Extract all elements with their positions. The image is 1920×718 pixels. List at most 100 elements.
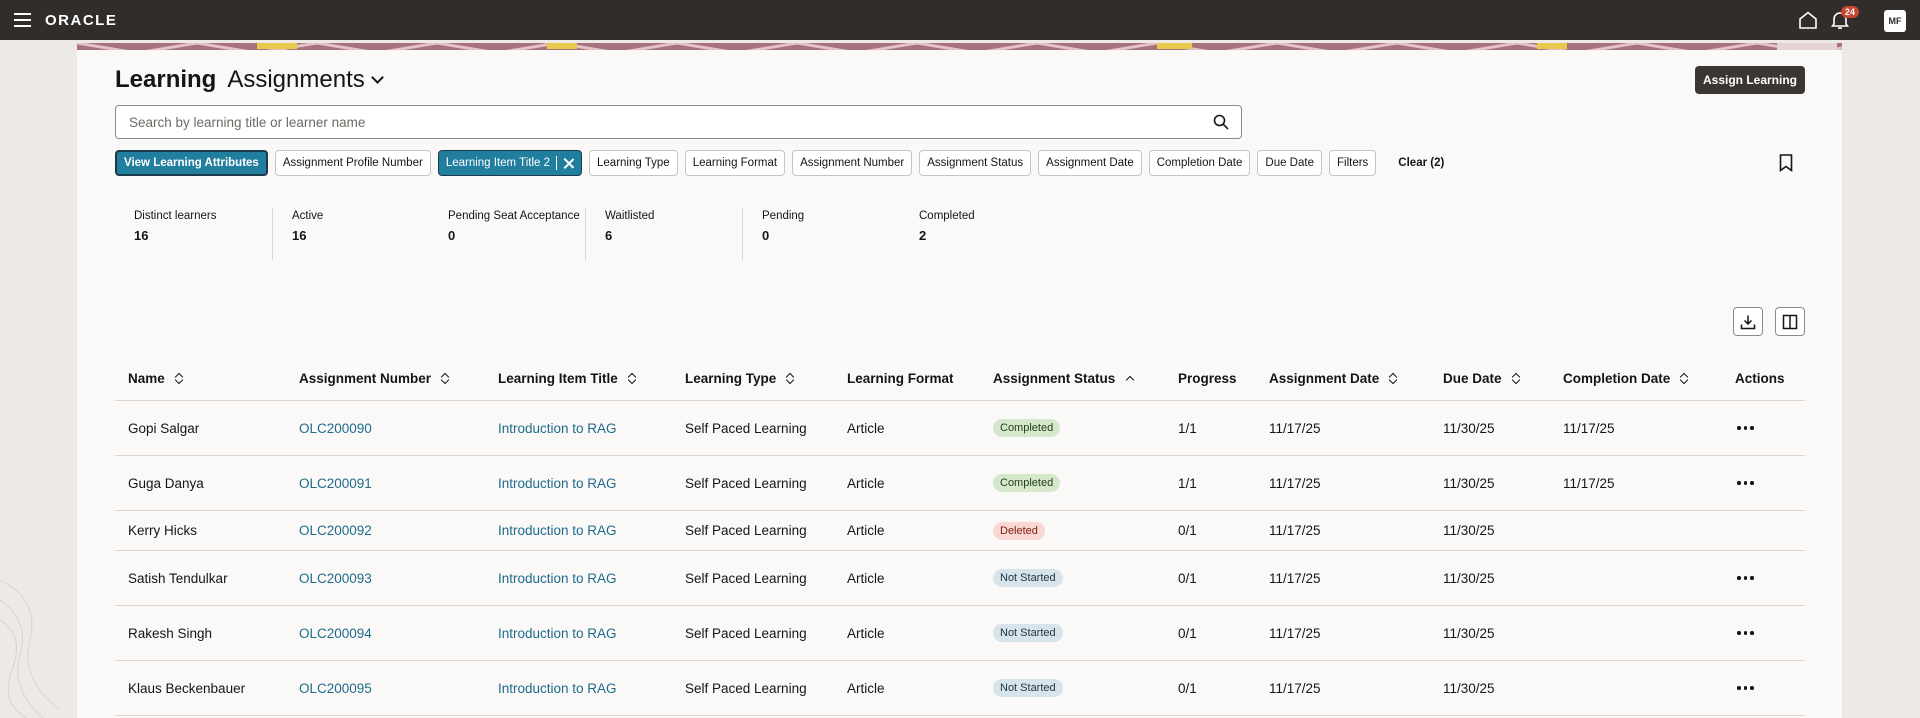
columns-button[interactable]: [1775, 307, 1805, 336]
column-header-label: Assignment Number: [299, 370, 432, 386]
metric-distinct-learners[interactable]: Distinct learners 16: [115, 208, 272, 260]
cell-progress: 0/1: [1178, 551, 1197, 605]
search-input[interactable]: Search by learning title or learner name: [115, 105, 1242, 139]
filter-assignment-date[interactable]: Assignment Date: [1038, 150, 1142, 176]
filter-assignment-number[interactable]: Assignment Number: [792, 150, 913, 176]
metric-value: 2: [919, 228, 927, 243]
cell-assignment-number-text[interactable]: OLC200092: [299, 523, 372, 538]
cell-due-date: 11/30/25: [1443, 551, 1495, 605]
search-icon[interactable]: [1213, 114, 1229, 130]
more-actions-icon[interactable]: [1737, 686, 1754, 690]
metric-pending[interactable]: Pending 0: [743, 208, 900, 260]
cell-assignment-number: OLC200090: [299, 401, 372, 455]
cell-progress-text: 0/1: [1178, 523, 1197, 538]
cell-learning-item-title-text[interactable]: Introduction to RAG: [498, 523, 617, 538]
column-header-label: Learning Item Title: [498, 370, 618, 386]
column-header-completion-date[interactable]: Completion Date: [1563, 355, 1688, 401]
table-row[interactable]: Rakesh Singh OLC200094 Introduction to RAG…: [115, 606, 1805, 661]
more-actions-icon[interactable]: [1737, 576, 1754, 580]
cell-progress-text: 0/1: [1178, 570, 1197, 586]
cell-assignment-number-text[interactable]: OLC200093: [299, 571, 372, 586]
cell-assignment-date-text: 11/17/25: [1269, 420, 1321, 436]
sort-icon[interactable]: [441, 373, 449, 384]
cell-assignment-status: Completed: [993, 401, 1061, 455]
cell-completion-date: 11/17/25: [1563, 401, 1615, 455]
column-header-learning-type[interactable]: Learning Type: [685, 355, 794, 401]
filter-learning-type[interactable]: Learning Type: [589, 150, 678, 176]
column-header-assignment-date[interactable]: Assignment Date: [1269, 355, 1397, 401]
cell-assignment-number-text[interactable]: OLC200090: [299, 421, 372, 436]
menu-icon[interactable]: [14, 13, 31, 27]
cell-learning-item-title-text[interactable]: Introduction to RAG: [498, 476, 617, 491]
download-button[interactable]: [1733, 307, 1763, 336]
table-row[interactable]: Guga Danya OLC200091 Introduction to RAG Se…: [115, 456, 1805, 511]
column-header-learning-item-title[interactable]: Learning Item Title: [498, 355, 636, 401]
page-switcher-dropdown[interactable]: Assignments: [227, 66, 384, 94]
sort-icon[interactable]: [1389, 373, 1397, 384]
home-icon[interactable]: [1798, 11, 1818, 29]
filter-due-date[interactable]: Due Date: [1257, 150, 1322, 176]
column-header-assignment-number[interactable]: Assignment Number: [299, 355, 449, 401]
column-header-assignment-status[interactable]: Assignment Status: [993, 355, 1135, 401]
filter-learning-format[interactable]: Learning Format: [684, 150, 786, 176]
filter-learning-item-title[interactable]: Learning Item Title 2: [437, 150, 583, 176]
cell-learning-type: Self Paced Learning: [685, 551, 807, 605]
search-placeholder: Search by learning title or learner name: [129, 115, 366, 130]
column-header-due-date[interactable]: Due Date: [1443, 355, 1520, 401]
column-header-label: Name: [128, 370, 165, 386]
assignments-table: Name Assignment Number Learning Item Tit…: [115, 355, 1805, 716]
cell-assignment-number: OLC200095: [299, 661, 372, 715]
cell-learning-item-title-text[interactable]: Introduction to RAG: [498, 421, 617, 436]
cell-assignment-number-text[interactable]: OLC200091: [299, 476, 372, 491]
decorative-banner: [77, 40, 1842, 50]
metric-label: Active: [292, 210, 324, 222]
sort-icon[interactable]: [175, 373, 183, 384]
remove-filter-icon[interactable]: [563, 158, 574, 169]
clear-filters-button[interactable]: Clear (2): [1391, 150, 1451, 176]
cell-learning-type: Self Paced Learning: [685, 606, 807, 660]
sort-ascending-icon[interactable]: [1126, 375, 1135, 385]
metric-value: 6: [605, 228, 613, 243]
table-row[interactable]: Kerry Hicks OLC200092 Introduction to RAG S…: [115, 511, 1805, 551]
metric-completed[interactable]: Completed 2: [900, 208, 1057, 260]
filter-assignment-status[interactable]: Assignment Status: [919, 150, 1032, 176]
cell-assignment-number-text[interactable]: OLC200094: [299, 626, 372, 641]
sort-icon[interactable]: [628, 373, 636, 384]
assign-learning-button[interactable]: Assign Learning: [1695, 66, 1805, 94]
filter-completion-date[interactable]: Completion Date: [1148, 150, 1251, 176]
cell-assignment-number: OLC200091: [299, 456, 372, 510]
user-avatar[interactable]: MF: [1884, 10, 1906, 32]
table-row[interactable]: Gopi Salgar OLC200090 Introduction to RAG S…: [115, 401, 1805, 456]
metric-waitlisted[interactable]: Waitlisted 6: [586, 208, 743, 260]
decorative-swirl-icon: [0, 579, 61, 718]
table-row[interactable]: Klaus Beckenbauer OLC200095 Introduction t…: [115, 661, 1805, 716]
oracle-logo[interactable]: ORACLE: [45, 12, 117, 29]
bookmark-icon[interactable]: [1779, 154, 1793, 172]
sort-icon[interactable]: [1680, 373, 1688, 384]
sort-icon[interactable]: [786, 373, 794, 384]
cell-progress: 1/1: [1178, 401, 1197, 455]
column-header-label: Completion Date: [1563, 370, 1671, 386]
metric-pending-seat-acceptance[interactable]: Pending Seat Acceptance 0: [429, 208, 586, 260]
metric-label: Distinct learners: [134, 210, 217, 222]
more-actions-icon[interactable]: [1737, 426, 1754, 430]
more-actions-icon[interactable]: [1737, 481, 1754, 485]
cell-actions: [1737, 661, 1754, 715]
cell-assignment-date: 11/17/25: [1269, 661, 1321, 715]
cell-assignment-number-text[interactable]: OLC200095: [299, 681, 372, 696]
table-row[interactable]: Satish Tendulkar OLC200093 Introduction to…: [115, 551, 1805, 606]
column-header-name[interactable]: Name: [128, 355, 183, 401]
cell-learning-item-title-text[interactable]: Introduction to RAG: [498, 571, 617, 586]
cell-learning-format-text: Article: [847, 570, 885, 586]
view-learning-attributes-button[interactable]: View Learning Attributes: [115, 150, 268, 176]
cell-due-date: 11/30/25: [1443, 606, 1495, 660]
filter-learning-item-title-label: Learning Item Title 2: [445, 157, 551, 169]
cell-due-date-text: 11/30/25: [1443, 570, 1495, 586]
filter-assignment-profile-number[interactable]: Assignment Profile Number: [274, 150, 431, 176]
cell-learning-item-title-text[interactable]: Introduction to RAG: [498, 626, 617, 641]
metric-active[interactable]: Active 16: [272, 208, 429, 260]
sort-icon[interactable]: [1512, 373, 1520, 384]
more-actions-icon[interactable]: [1737, 631, 1754, 635]
filters-button[interactable]: Filters: [1328, 150, 1377, 176]
cell-learning-item-title-text[interactable]: Introduction to RAG: [498, 681, 617, 696]
